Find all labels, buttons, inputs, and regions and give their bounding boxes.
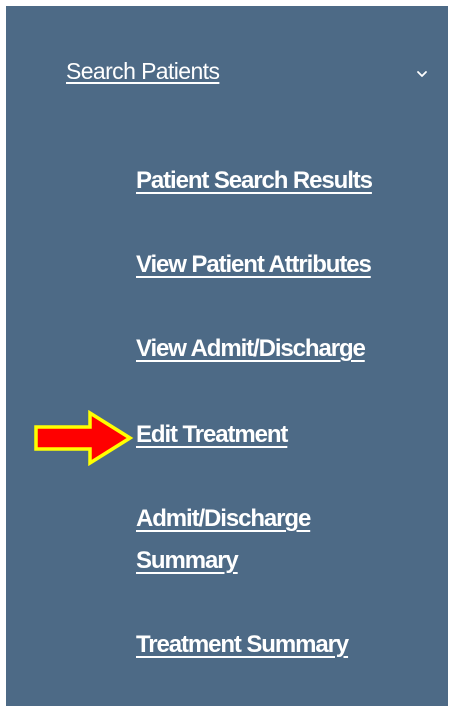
- nav-item-view-patient-attributes[interactable]: View Patient Attributes: [136, 244, 436, 286]
- arrow-right-icon: [34, 410, 134, 466]
- search-patients-header[interactable]: Search Patients: [6, 46, 448, 106]
- chevron-down-icon[interactable]: [415, 69, 429, 79]
- nav-item-treatment-summary[interactable]: Treatment Summary: [136, 624, 436, 666]
- sidebar-panel: Search Patients Patient Search Results V…: [6, 6, 448, 706]
- search-patients-link[interactable]: Search Patients: [66, 58, 220, 85]
- nav-item-admit-discharge-summary[interactable]: Admit/Discharge Summary: [136, 498, 376, 582]
- nav-item-patient-search-results[interactable]: Patient Search Results: [136, 160, 436, 202]
- nav-item-edit-treatment[interactable]: Edit Treatment: [136, 414, 436, 456]
- nav-item-view-admit-discharge[interactable]: View Admit/Discharge: [136, 328, 436, 370]
